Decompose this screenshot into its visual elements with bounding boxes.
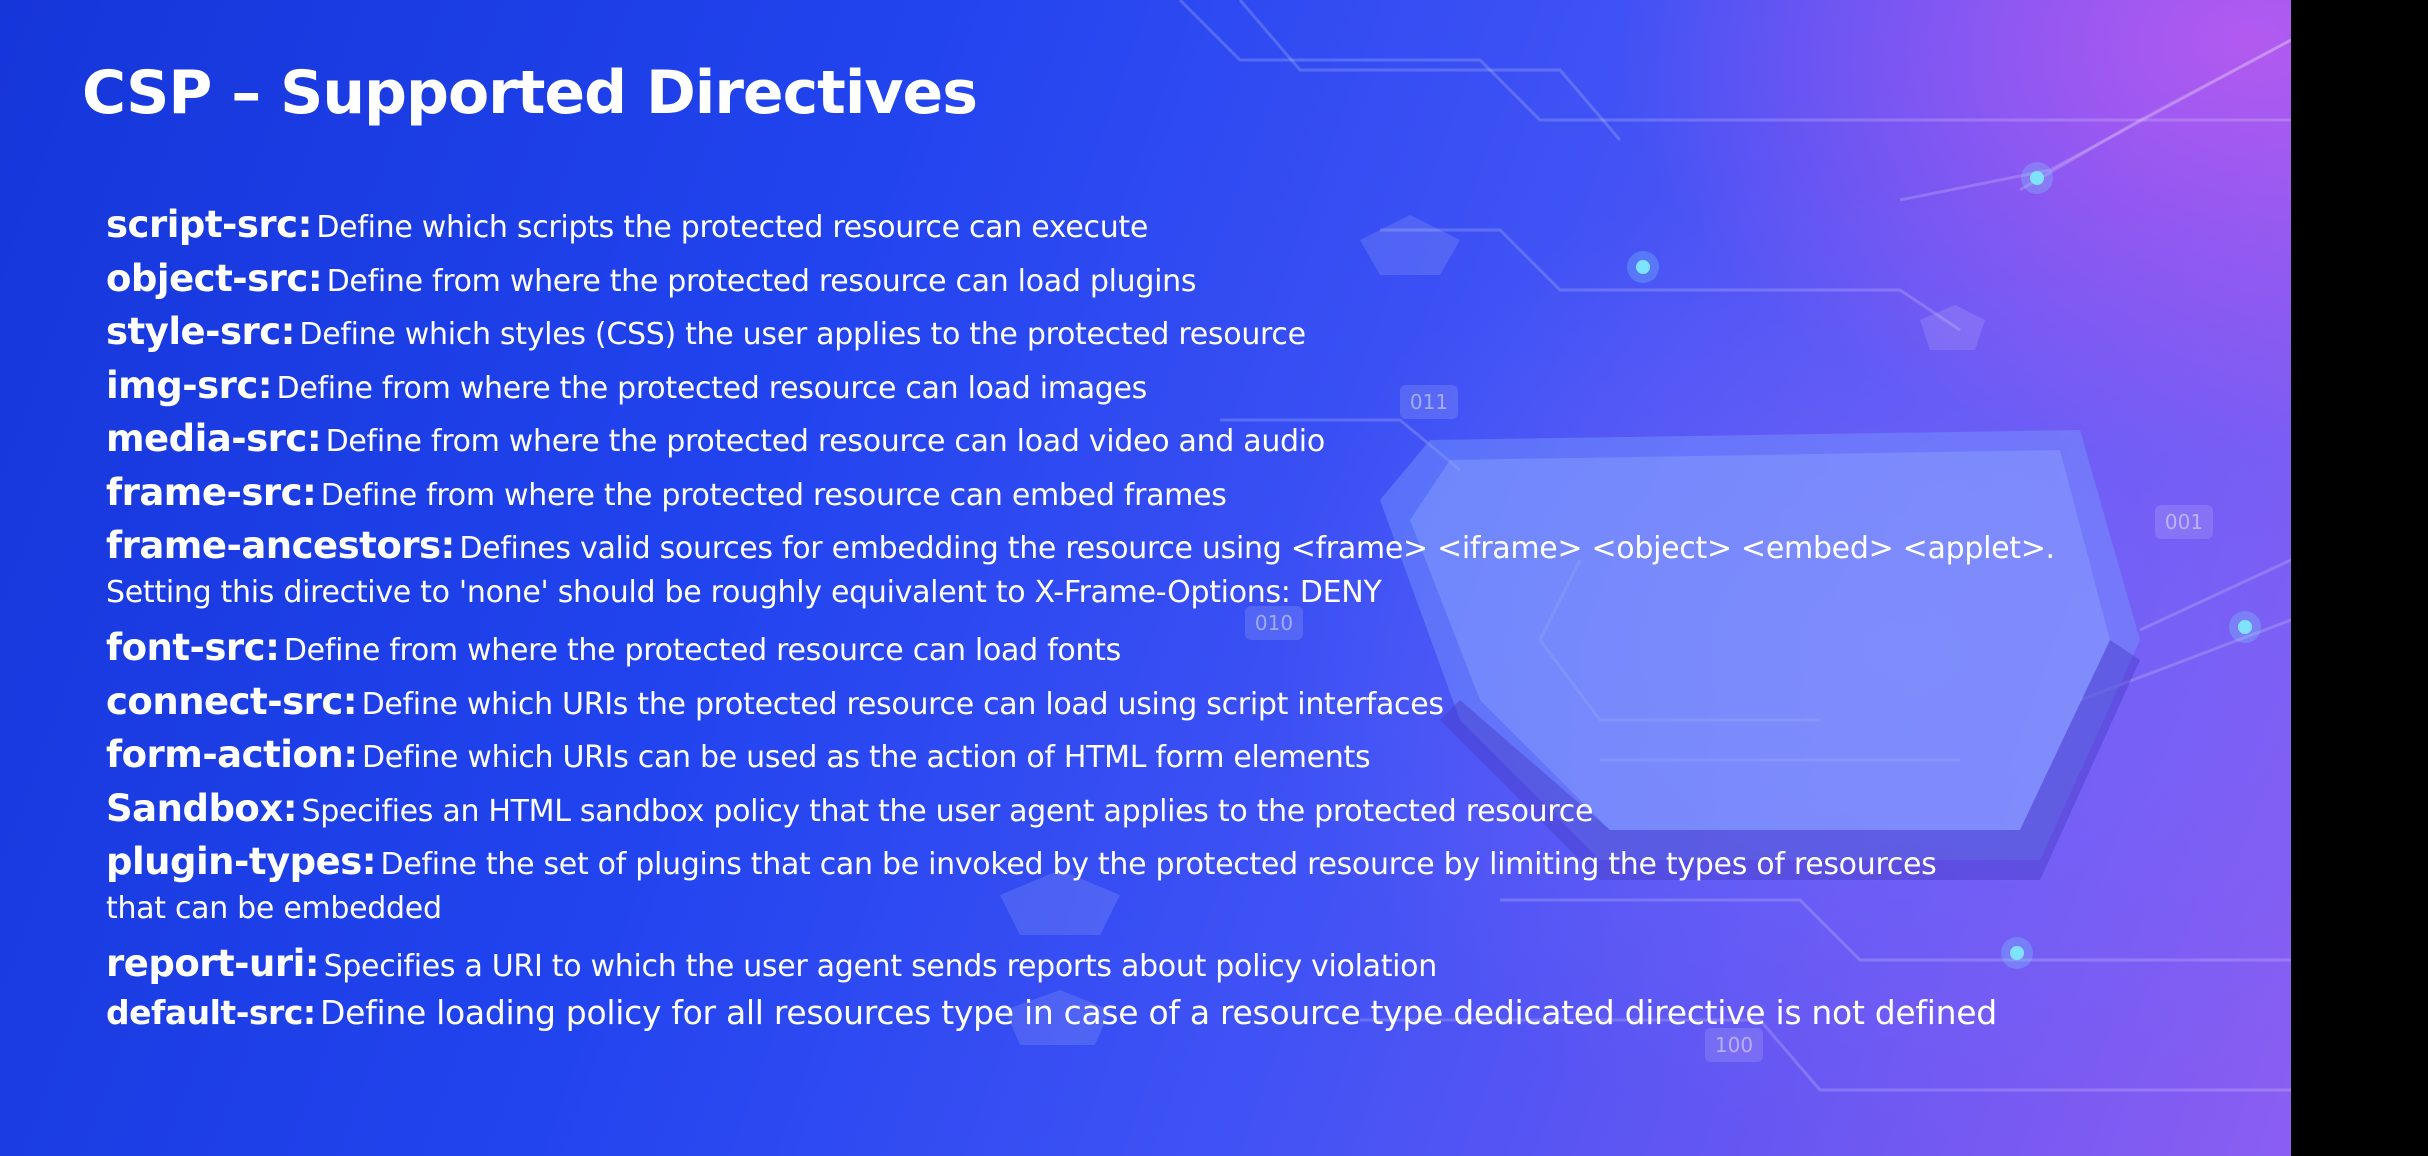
directive-description: Defines valid sources for embedding the …	[459, 531, 2055, 566]
directive-description: Define the set of plugins that can be in…	[380, 847, 1937, 882]
directive-name: media-src:	[106, 417, 322, 460]
directive-list: script-src: Define which scripts the pro…	[106, 198, 2276, 1039]
directive-item: report-uri: Specifies a URI to which the…	[106, 937, 2276, 991]
directive-item: script-src: Define which scripts the pro…	[106, 198, 2276, 252]
slide-title: CSP – Supported Directives	[82, 58, 978, 128]
directive-item: font-src: Define from where the protecte…	[106, 621, 2276, 675]
directive-item: default-src: Define loading policy for a…	[106, 991, 2276, 1039]
directive-item: Sandbox: Specifies an HTML sandbox polic…	[106, 782, 2276, 836]
directive-description: Define from where the protected resource…	[276, 370, 1148, 406]
directive-name: Sandbox:	[106, 786, 298, 830]
directive-name: font-src:	[106, 626, 280, 669]
directive-description: Define from where the protected resource…	[325, 424, 1326, 459]
directive-description: Define from where the protected resource…	[320, 477, 1227, 513]
directive-description-continued: that can be embedded	[106, 891, 442, 926]
directive-description: Define from where the protected resource…	[283, 633, 1121, 668]
directive-item: plugin-types: Define the set of plugins …	[106, 835, 2276, 937]
directive-name: frame-src:	[106, 470, 317, 514]
directive-description: Define which scripts the protected resou…	[316, 210, 1149, 245]
directive-item: object-src: Define from where the protec…	[106, 252, 2276, 306]
directive-description: Define loading policy for all resources …	[320, 992, 1997, 1032]
directive-name: connect-src:	[106, 679, 358, 723]
directive-name: report-uri:	[106, 942, 320, 985]
directive-description: Specifies a URI to which the user agent …	[323, 949, 1438, 984]
directive-description: Specifies an HTML sandbox policy that th…	[301, 793, 1594, 829]
directive-name: frame-ancestors:	[106, 524, 455, 567]
directive-item: frame-ancestors: Defines valid sources f…	[106, 519, 2276, 621]
directive-item: img-src: Define from where the protected…	[106, 359, 2276, 413]
directive-name: form-action:	[106, 733, 358, 776]
directive-name: plugin-types:	[106, 840, 377, 883]
directive-description: Define which URIs the protected resource…	[361, 686, 1444, 722]
directive-name: style-src:	[106, 310, 295, 353]
directive-name: script-src:	[106, 203, 312, 246]
letterbox-bar	[2291, 0, 2428, 1156]
directive-name: img-src:	[106, 363, 273, 407]
directive-item: form-action: Define which URIs can be us…	[106, 728, 2276, 782]
directive-item: style-src: Define which styles (CSS) the…	[106, 305, 2276, 359]
directive-description: Define from where the protected resource…	[326, 263, 1197, 299]
directive-item: connect-src: Define which URIs the prote…	[106, 675, 2276, 729]
directive-name: object-src:	[106, 256, 323, 300]
presentation-slide: 011 001 010 100 CSP – Supported Directiv…	[0, 0, 2291, 1156]
directive-description: Define which URIs can be used as the act…	[361, 740, 1371, 775]
directive-description: Define which styles (CSS) the user appli…	[299, 317, 1306, 352]
directive-item: media-src: Define from where the protect…	[106, 412, 2276, 466]
directive-name: default-src:	[106, 992, 316, 1032]
directive-description-continued: Setting this directive to 'none' should …	[106, 575, 1382, 610]
directive-item: frame-src: Define from where the protect…	[106, 466, 2276, 520]
